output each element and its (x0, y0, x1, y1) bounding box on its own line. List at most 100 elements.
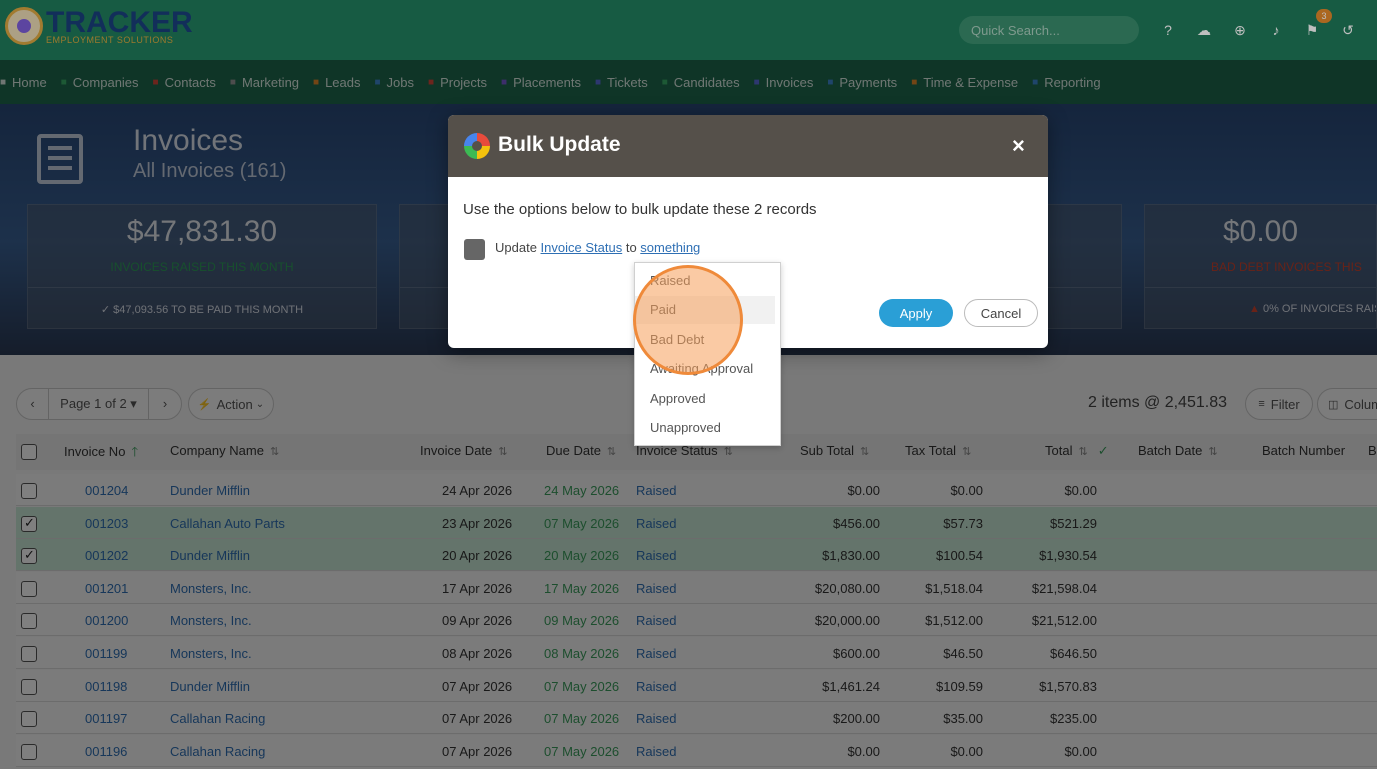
bell-icon[interactable]: ♪ (1268, 22, 1284, 38)
due-date: 09 May 2026 (544, 613, 620, 628)
nav-item-reporting[interactable]: ■ Reporting (1032, 75, 1100, 90)
company-link[interactable]: Dunder Mifflin (170, 483, 250, 498)
app-swirl-icon (464, 133, 490, 159)
company-link[interactable]: Callahan Racing (170, 711, 265, 726)
quick-search-input[interactable] (959, 16, 1139, 44)
invoice-no-link[interactable]: 001201 (85, 581, 128, 596)
company-link[interactable]: Dunder Mifflin (170, 679, 250, 694)
invoice-date: 17 Apr 2026 (442, 581, 513, 596)
invoice-no-link[interactable]: 001196 (85, 744, 127, 759)
nav-item-candidates[interactable]: ■ Candidates (662, 75, 740, 90)
row-checkbox[interactable] (21, 483, 37, 499)
row-checkbox[interactable] (21, 613, 37, 629)
nav-item-invoices[interactable]: ■ Invoices (754, 75, 814, 90)
option-approved[interactable]: Approved (635, 385, 780, 413)
apply-button[interactable]: Apply (879, 299, 953, 327)
help-icon[interactable]: ? (1160, 22, 1176, 38)
add-icon[interactable]: ⊕ (1232, 22, 1248, 38)
col-batch-number[interactable]: Batch Number (1262, 443, 1345, 458)
company-link[interactable]: Callahan Racing (170, 744, 265, 759)
prev-page-button[interactable]: ‹ (17, 389, 49, 419)
flag-icon[interactable]: ⚑ (1304, 22, 1320, 38)
company-link[interactable]: Dunder Mifflin (170, 548, 250, 563)
invoice-date: 20 Apr 2026 (442, 548, 513, 563)
nav-item-label: Home (12, 74, 47, 90)
nav-item-marketing[interactable]: ■ Marketing (230, 75, 299, 90)
row-checkbox[interactable] (21, 711, 37, 727)
row-checkbox[interactable] (21, 744, 37, 760)
nav-item-tickets[interactable]: ■ Tickets (595, 75, 648, 90)
nav-item-time-expense[interactable]: ■ Time & Expense (911, 75, 1018, 90)
col-invoice-no[interactable]: Invoice No 🡑 (64, 443, 138, 465)
stat-footer: ▲ 0% OF INVOICES RAIS (1249, 303, 1377, 315)
stat-card-partial[interactable] (399, 204, 449, 329)
total: $521.29 (1050, 516, 1097, 531)
col-total[interactable]: Total ⇅ ✓ (1045, 443, 1109, 459)
total: $235.00 (1050, 711, 1097, 726)
row-checkbox[interactable] (21, 646, 37, 662)
columns-button[interactable]: ◫ Colum (1317, 388, 1377, 420)
option-raised[interactable]: Raised (635, 267, 780, 295)
nav-item-payments[interactable]: ■ Payments (827, 75, 897, 90)
col-company-name[interactable]: Company Name ⇅ (170, 443, 279, 458)
col-sub-total[interactable]: Sub Total ⇅ (800, 443, 869, 458)
row-checkbox[interactable] (21, 515, 37, 532)
tax-total: $1,512.00 (925, 613, 983, 628)
close-icon[interactable]: × (1012, 133, 1025, 159)
col-b[interactable]: B (1368, 443, 1377, 458)
nav-item-jobs[interactable]: ■ Jobs (375, 75, 415, 90)
company-link[interactable]: Callahan Auto Parts (170, 516, 285, 531)
company-link[interactable]: Monsters, Inc. (170, 613, 252, 628)
field-link[interactable]: Invoice Status (541, 240, 623, 255)
stat-card-raised[interactable]: $47,831.30 INVOICES RAISED THIS MONTH ✓ … (27, 204, 377, 329)
col-due-date[interactable]: Due Date ⇅ (546, 443, 616, 458)
due-date: 20 May 2026 (544, 548, 620, 563)
invoice-status: Raised (636, 744, 677, 759)
nav-item-contacts[interactable]: ■ Contacts (153, 75, 216, 90)
col-invoice-date[interactable]: Invoice Date ⇅ (420, 443, 507, 458)
option-paid[interactable]: Paid (635, 296, 775, 324)
contacts-icon: ■ (152, 76, 159, 88)
col-batch-date[interactable]: Batch Date ⇅ (1138, 443, 1218, 458)
next-page-button[interactable]: › (149, 389, 181, 419)
tax-total: $35.00 (943, 711, 983, 726)
stat-card-bad-debt[interactable]: $0.00 BAD DEBT INVOICES THIS ▲ 0% OF INV… (1144, 204, 1377, 329)
action-button[interactable]: ⚡ Action ⌄ (188, 388, 274, 420)
page-select[interactable]: Page 1 of 2 ▾ (49, 389, 149, 419)
stat-card-partial-right[interactable] (1047, 204, 1122, 329)
invoice-no-link[interactable]: 001198 (85, 679, 127, 694)
invoice-no-link[interactable]: 001200 (85, 613, 128, 628)
nav-item-projects[interactable]: ■ Projects (428, 75, 487, 90)
leads-icon: ■ (313, 76, 320, 88)
update-field-checkbox[interactable] (464, 239, 485, 260)
nav-item-home[interactable]: ■ Home (0, 75, 47, 90)
row-checkbox[interactable] (21, 581, 37, 597)
company-link[interactable]: Monsters, Inc. (170, 646, 252, 661)
invoice-no-link[interactable]: 001203 (85, 516, 128, 531)
nav-item-leads[interactable]: ■ Leads (313, 75, 360, 90)
invoice-date: 07 Apr 2026 (442, 679, 513, 694)
app-logo[interactable]: TRACKER EMPLOYMENT SOLUTIONS (5, 7, 193, 45)
option-awaiting-approval[interactable]: Awaiting Approval (635, 355, 780, 383)
nav-item-placements[interactable]: ■ Placements (501, 75, 581, 90)
option-unapproved[interactable]: Unapproved (635, 414, 780, 442)
chat-icon[interactable]: ☁ (1196, 22, 1212, 38)
history-icon[interactable]: ↺ (1340, 22, 1356, 38)
row-checkbox[interactable] (21, 547, 37, 564)
option-bad-debt[interactable]: Bad Debt (635, 326, 780, 354)
col-tax-total[interactable]: Tax Total ⇅ (905, 443, 971, 458)
invoice-no-link[interactable]: 001199 (85, 646, 127, 661)
filter-button[interactable]: ≡ Filter (1245, 388, 1313, 420)
nav-item-label: Candidates (673, 74, 740, 90)
company-link[interactable]: Monsters, Inc. (170, 581, 252, 596)
due-date: 17 May 2026 (544, 581, 620, 596)
invoice-no-link[interactable]: 001202 (85, 548, 128, 563)
value-link[interactable]: something (640, 240, 700, 255)
total: $21,598.04 (1031, 581, 1097, 596)
invoice-no-link[interactable]: 001204 (85, 483, 128, 498)
row-checkbox[interactable] (21, 679, 37, 695)
select-all-checkbox[interactable] (21, 444, 37, 460)
nav-item-companies[interactable]: ■ Companies (61, 75, 139, 90)
invoice-no-link[interactable]: 001197 (85, 711, 127, 726)
cancel-button[interactable]: Cancel (964, 299, 1038, 327)
